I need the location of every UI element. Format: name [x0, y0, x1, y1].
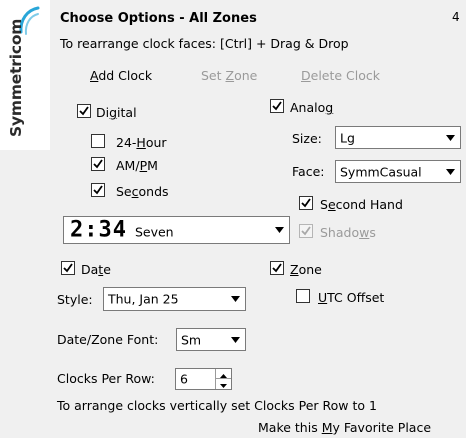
face-value: SymmCasual: [340, 164, 422, 179]
date-zone-font-value: Sm: [181, 332, 202, 347]
chevron-down-icon: [446, 168, 455, 175]
shadows-checkbox[interactable]: [299, 224, 313, 238]
corner-indicator: 4: [452, 10, 460, 24]
chevron-down-icon: [275, 227, 284, 233]
analog-checkbox[interactable]: [270, 99, 284, 113]
size-select[interactable]: Lg: [335, 126, 461, 149]
digital-checkbox[interactable]: [77, 104, 91, 118]
digital-font-select[interactable]: 2:34 Seven: [63, 216, 290, 244]
seconds-label: Seconds: [116, 184, 169, 199]
24-hour-checkbox[interactable]: [91, 134, 105, 148]
add-clock-button[interactable]: Add Clock: [90, 68, 152, 83]
digital-label: Digital: [96, 105, 137, 120]
chevron-down-icon: [231, 296, 240, 302]
digital-preview: 2:34: [70, 217, 127, 243]
check-icon: [272, 263, 282, 273]
chevron-down-icon: [220, 384, 227, 388]
utc-offset-checkbox[interactable]: [296, 289, 310, 303]
second-hand-checkbox[interactable]: [299, 196, 313, 210]
delete-clock-button[interactable]: Delete Clock: [301, 68, 380, 83]
chevron-down-icon: [446, 134, 455, 141]
symmetricom-logo: Symmetricom: [0, 0, 50, 150]
date-zone-font-label: Date/Zone Font:: [57, 332, 159, 347]
style-label: Style:: [57, 292, 93, 307]
clocks-per-row-value: 6: [180, 371, 188, 387]
date-checkbox[interactable]: [61, 261, 75, 275]
ampm-checkbox[interactable]: [91, 157, 105, 171]
check-icon: [63, 263, 73, 273]
size-label: Size:: [292, 131, 322, 146]
24-hour-label: 24-Hour: [116, 135, 167, 150]
zone-label: Zone: [290, 262, 322, 277]
clocks-per-row-stepper[interactable]: 6: [175, 368, 232, 390]
chevron-down-icon: [231, 336, 240, 343]
face-select[interactable]: SymmCasual: [335, 160, 461, 183]
date-zone-font-select[interactable]: Sm: [176, 328, 246, 351]
favorite-place-link[interactable]: Make this My Favorite Place: [258, 420, 431, 435]
seconds-checkbox[interactable]: [91, 183, 105, 197]
check-icon: [93, 185, 103, 195]
vertical-arrangement-hint: To arrange clocks vertically set Clocks …: [57, 398, 377, 413]
shadows-label: Shadows: [320, 225, 376, 240]
logo-text: Symmetricom: [7, 18, 25, 137]
ampm-label: AM/PM: [116, 158, 158, 173]
check-icon: [301, 226, 311, 236]
date-style-select[interactable]: Thu, Jan 25: [103, 287, 246, 311]
stepper-down-button[interactable]: [216, 379, 231, 389]
utc-offset-label: UTC Offset: [318, 290, 385, 305]
check-icon: [79, 106, 89, 116]
second-hand-label: Second Hand: [320, 197, 403, 212]
check-icon: [272, 101, 282, 111]
set-zone-button[interactable]: Set Zone: [201, 68, 257, 83]
stepper-up-button[interactable]: [216, 369, 231, 379]
size-value: Lg: [340, 130, 355, 145]
date-style-value: Thu, Jan 25: [108, 291, 179, 307]
face-label: Face:: [292, 164, 325, 179]
check-icon: [301, 198, 311, 208]
zone-checkbox[interactable]: [270, 261, 284, 275]
analog-label: Analog: [290, 100, 334, 115]
clocks-per-row-label: Clocks Per Row:: [57, 371, 155, 386]
page-title: Choose Options - All Zones: [60, 11, 257, 26]
check-icon: [93, 159, 103, 169]
date-label: Date: [81, 262, 111, 277]
rearrange-hint: To rearrange clock faces: [Ctrl] + Drag …: [60, 36, 349, 51]
digital-font-value: Seven: [134, 224, 174, 240]
